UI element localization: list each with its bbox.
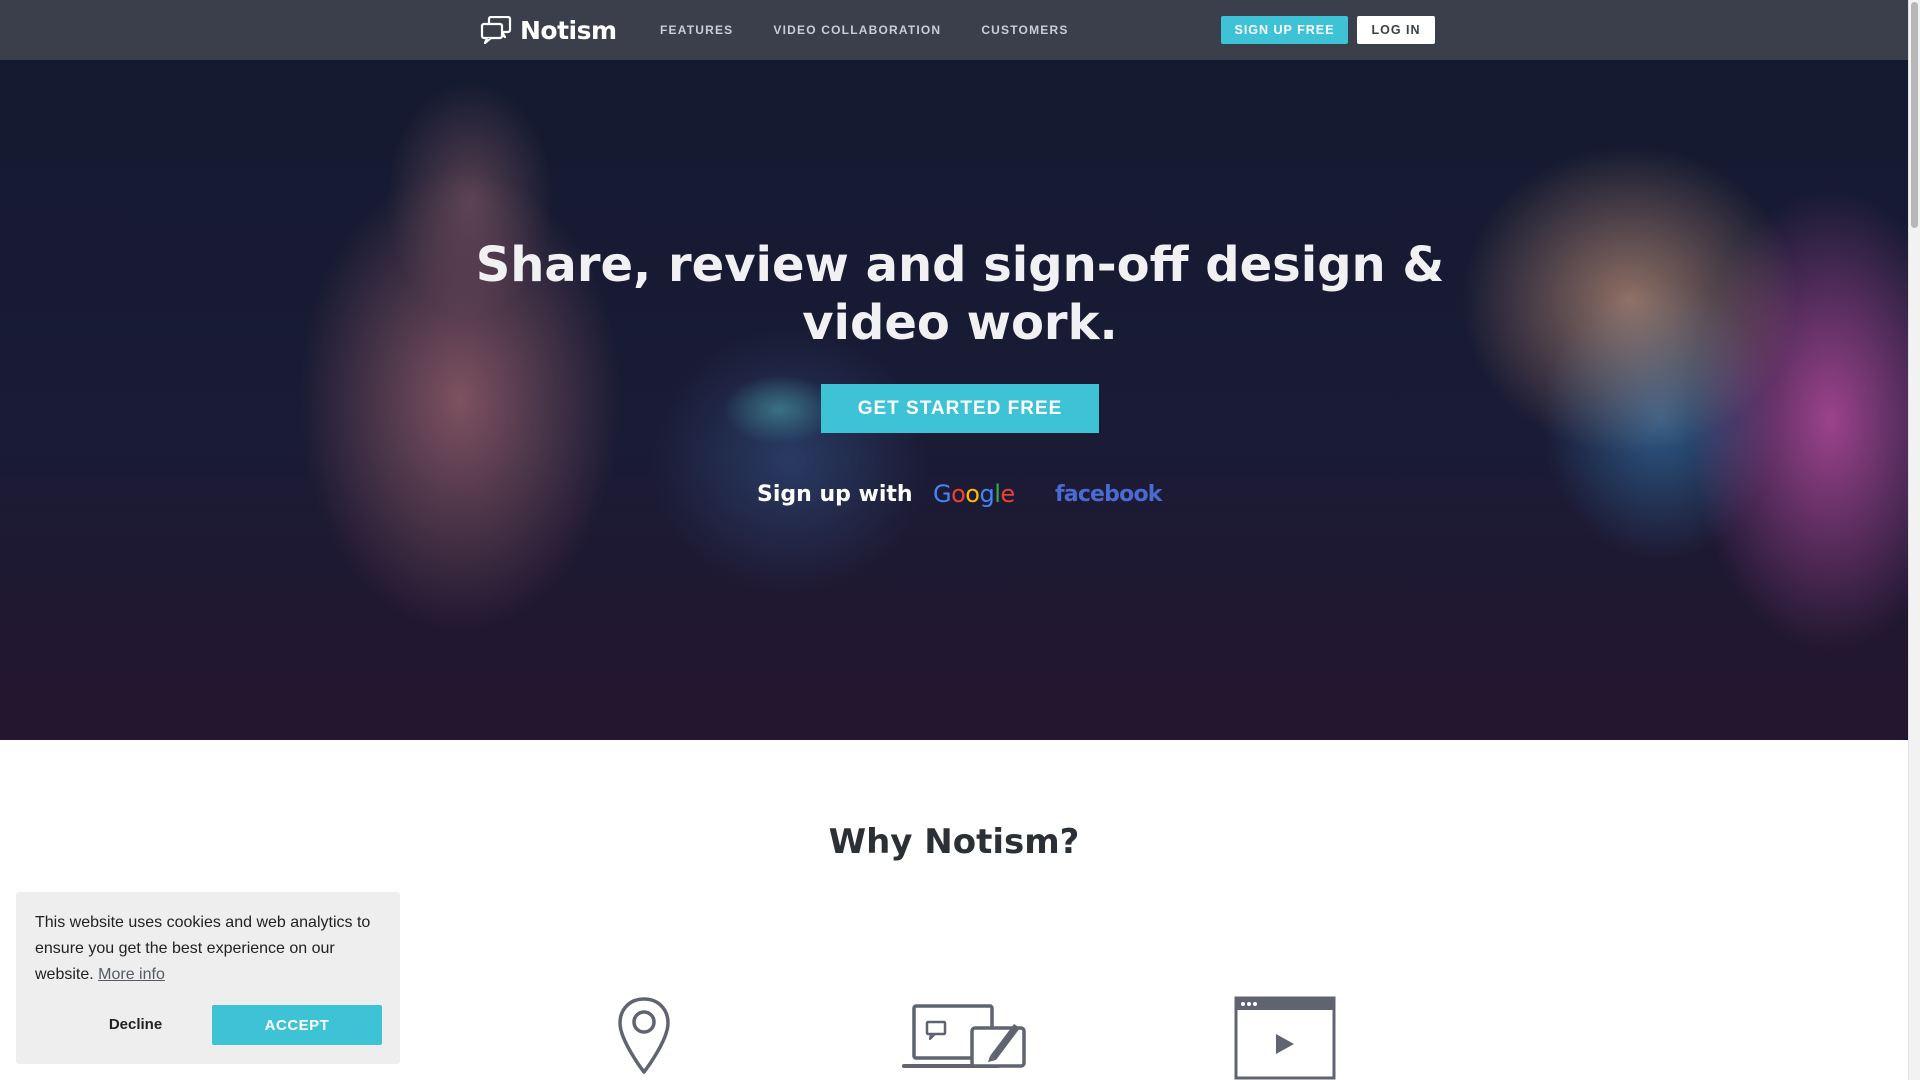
logo-text: Notism (520, 15, 617, 45)
cookie-message: This website uses cookies and web analyt… (35, 910, 385, 988)
scrollbar-thumb[interactable] (1911, 2, 1918, 228)
devices-comment-icon (902, 1004, 1026, 1068)
facebook-signup-link[interactable]: facebook (1055, 482, 1162, 507)
nav-link-features[interactable]: FEATURES (660, 23, 733, 37)
log-in-button[interactable]: LOG IN (1357, 16, 1435, 44)
sign-up-free-button[interactable]: SIGN UP FREE (1221, 16, 1348, 44)
hero-section: Share, review and sign-off design & vide… (0, 60, 1908, 740)
get-started-free-button[interactable]: GET STARTED FREE (821, 384, 1099, 433)
video-player-icon (1234, 996, 1336, 1080)
why-notism-heading: Why Notism? (828, 822, 1080, 862)
map-pin-icon (618, 997, 670, 1074)
nav-links: FEATURES VIDEO COLLABORATION CUSTOMERS (660, 0, 1069, 60)
hero-title: Share, review and sign-off design & vide… (460, 236, 1460, 352)
decline-button[interactable]: Decline (68, 1005, 203, 1043)
nav-link-customers[interactable]: CUSTOMERS (981, 23, 1068, 37)
hero-title-line-2: video work. (802, 295, 1118, 351)
chat-bubbles-logo-icon (480, 16, 512, 44)
notism-logo[interactable]: Notism (480, 14, 617, 46)
more-info-link[interactable]: More info (98, 966, 165, 983)
page-scrollbar[interactable] (1908, 0, 1920, 1080)
google-letter-e: e (1000, 480, 1015, 508)
nav-link-video-collaboration[interactable]: VIDEO COLLABORATION (773, 23, 941, 37)
google-letter-o1: o (951, 480, 966, 508)
cookie-consent-banner: This website uses cookies and web analyt… (16, 892, 400, 1064)
google-letter-g: G (933, 480, 952, 508)
google-letter-g2: g (979, 480, 995, 508)
hero-title-line-1: Share, review and sign-off design & (475, 237, 1445, 293)
top-navbar: Notism FEATURES VIDEO COLLABORATION CUST… (0, 0, 1908, 60)
accept-button[interactable]: ACCEPT (212, 1005, 382, 1045)
google-signup-link[interactable]: Google (933, 480, 1015, 508)
cookie-text: This website uses cookies and web analyt… (35, 914, 371, 983)
google-letter-o2: o (965, 480, 980, 508)
sign-up-with-label: Sign up with (757, 482, 913, 507)
